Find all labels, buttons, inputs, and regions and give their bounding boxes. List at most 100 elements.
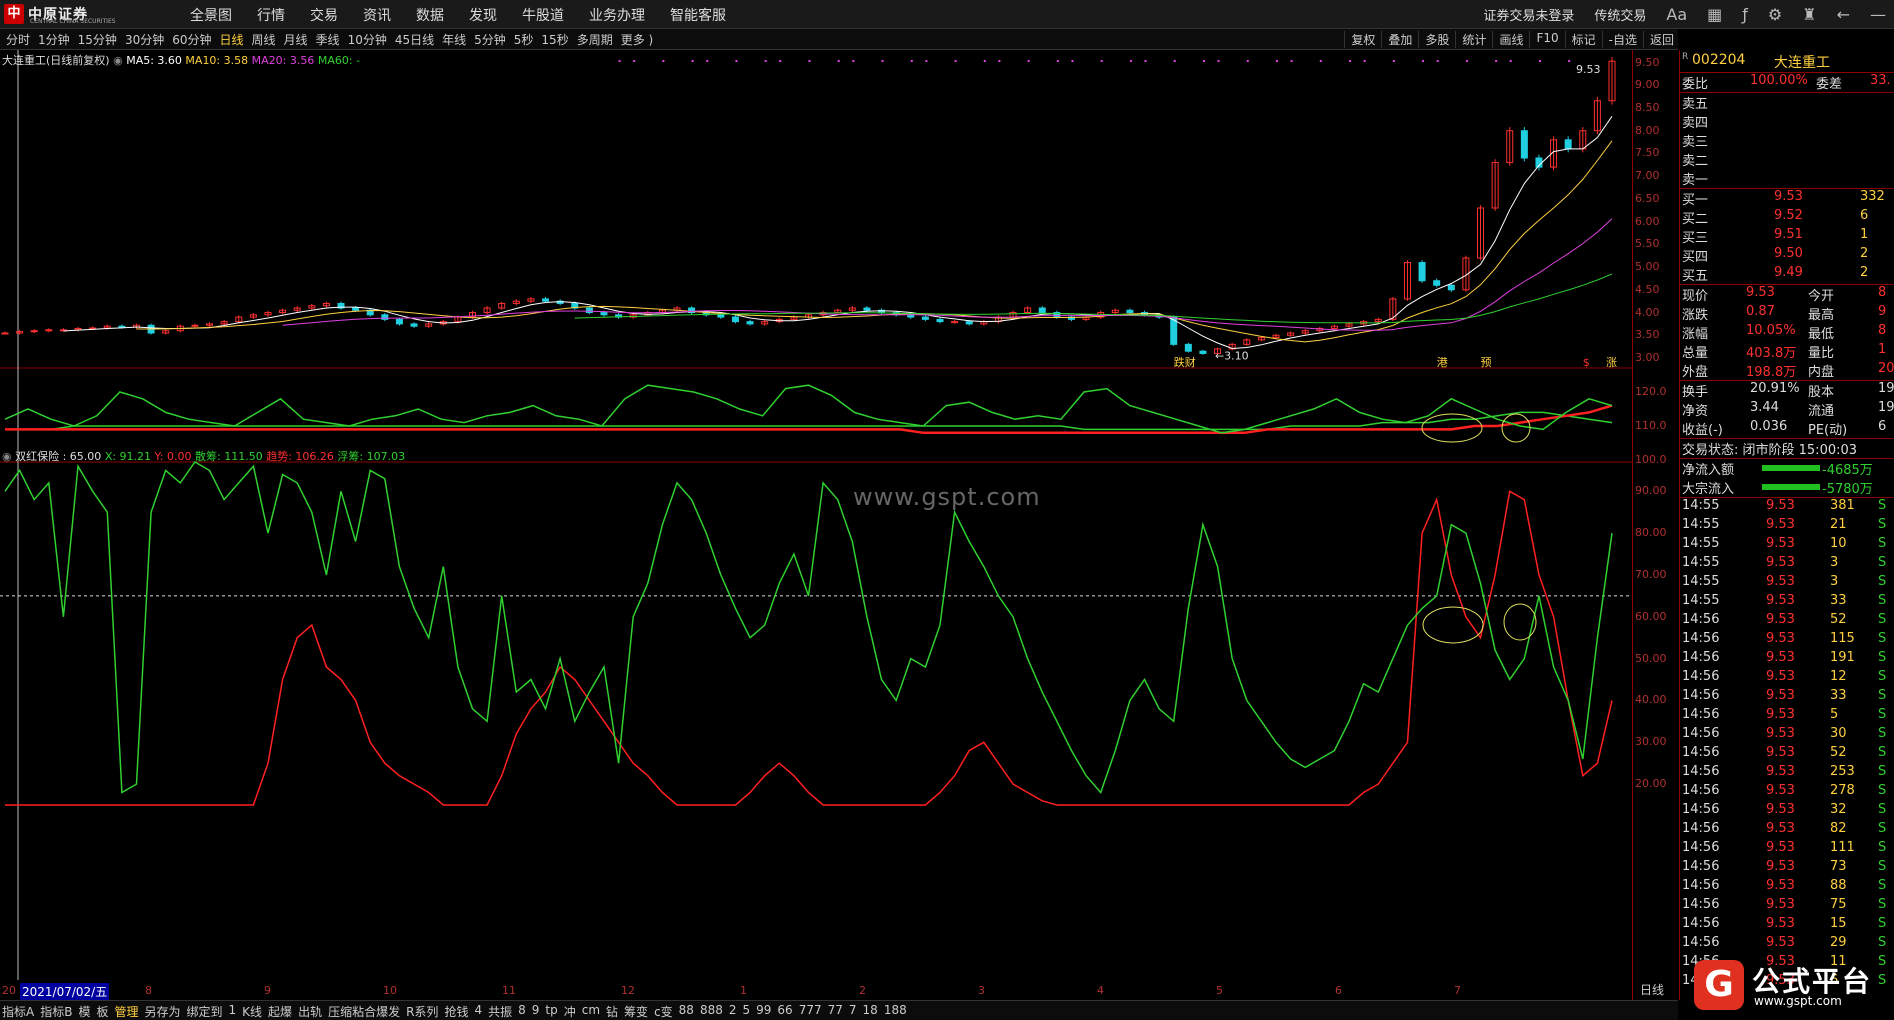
indicator-tab[interactable]: 2 xyxy=(729,1003,737,1020)
indicator-tab[interactable]: cm xyxy=(582,1003,600,1020)
period-tab[interactable]: 10分钟 xyxy=(348,31,387,48)
tick-time: 14:56 xyxy=(1682,650,1720,665)
indicator-tab[interactable]: 9 xyxy=(532,1003,540,1020)
tick-side: S xyxy=(1878,593,1887,608)
indicator-tab[interactable]: K线 xyxy=(242,1003,262,1020)
indicator-tab[interactable]: 出轨 xyxy=(298,1003,322,1020)
tick-side: S xyxy=(1878,726,1887,741)
indicator-tab[interactable]: 77 xyxy=(828,1003,843,1020)
period-tab[interactable]: 多周期 xyxy=(577,31,613,48)
period-tab[interactable]: 季线 xyxy=(316,31,340,48)
period-tab[interactable]: 60分钟 xyxy=(172,31,211,48)
tick-time: 14:56 xyxy=(1682,612,1720,627)
font-size-icon[interactable]: Aa xyxy=(1666,5,1687,24)
indicator-tab[interactable]: 共振 xyxy=(488,1003,512,1020)
nav-item[interactable]: 智能客服 xyxy=(670,5,726,25)
indicator-tab[interactable]: 7 xyxy=(849,1003,857,1020)
nav-item[interactable]: 全景图 xyxy=(190,5,232,25)
indicator-tab[interactable]: 指标B xyxy=(40,1003,72,1020)
indicator2-tick: 90.00 xyxy=(1635,484,1667,498)
buy-level-volume: 2 xyxy=(1860,246,1869,261)
indicator-tab[interactable]: 4 xyxy=(474,1003,482,1020)
settings-icon[interactable]: ⚙ xyxy=(1768,5,1782,24)
nav-item[interactable]: 业务办理 xyxy=(589,5,645,25)
period-tab[interactable]: 年线 xyxy=(442,31,466,48)
tick-side: S xyxy=(1878,517,1887,532)
indicator-tab[interactable]: 66 xyxy=(777,1003,792,1020)
indicator2-tick: 30.00 xyxy=(1635,735,1667,749)
indicator-tab[interactable]: 5 xyxy=(743,1003,751,1020)
trade-mode[interactable]: 传统交易 xyxy=(1594,5,1646,24)
nav-item[interactable]: 交易 xyxy=(310,5,338,25)
nav-item[interactable]: 行情 xyxy=(257,5,285,25)
indicator-tab[interactable]: 钻 xyxy=(606,1003,618,1020)
indicator-tab[interactable]: 压缩粘合爆发 xyxy=(328,1003,400,1020)
highlight-ellipse xyxy=(1421,413,1483,443)
shirt-icon[interactable]: ♜ xyxy=(1802,5,1816,24)
tool-button[interactable]: 多股 xyxy=(1418,31,1449,48)
tool-button[interactable]: 叠加 xyxy=(1381,31,1412,48)
indicator-tab[interactable]: 板 xyxy=(96,1003,108,1020)
tick-volume: 12 xyxy=(1830,669,1847,684)
tool-button[interactable]: 复权 xyxy=(1344,31,1375,48)
indicator-tab[interactable]: 模 xyxy=(78,1003,90,1020)
nav-item[interactable]: 发现 xyxy=(469,5,497,25)
stat-row: 收益(-) 0.036 PE(动) 6 xyxy=(1680,419,1894,438)
period-tab[interactable]: 月线 xyxy=(284,31,308,48)
minimize-icon[interactable]: — xyxy=(1870,5,1886,24)
indicator-tab[interactable]: 8 xyxy=(518,1003,526,1020)
tool-button[interactable]: 标记 xyxy=(1564,31,1596,48)
indicator-tab[interactable]: 抢钱 xyxy=(444,1003,468,1020)
signal-dot xyxy=(1056,60,1059,62)
indicator-tab[interactable]: 管理 xyxy=(114,1003,138,1020)
tool-button[interactable]: 返回 xyxy=(1642,31,1674,48)
tick-volume: 73 xyxy=(1830,859,1847,874)
indicator-tab[interactable]: 另存为 xyxy=(145,1003,181,1020)
nav-item[interactable]: 数据 xyxy=(416,5,444,25)
period-tab[interactable]: 周线 xyxy=(252,31,276,48)
nav-item[interactable]: 资讯 xyxy=(363,5,391,25)
period-tab[interactable]: 30分钟 xyxy=(125,31,164,48)
indicator-tab[interactable]: 指标A xyxy=(2,1003,34,1020)
formula-icon[interactable]: ƒ xyxy=(1742,5,1748,24)
login-status[interactable]: 证券交易未登录 xyxy=(1483,5,1574,24)
period-tab[interactable]: 分时 xyxy=(6,31,30,48)
period-tab[interactable]: 5秒 xyxy=(514,31,534,48)
signal-dot xyxy=(779,60,782,62)
period-tab[interactable]: 1分钟 xyxy=(38,31,70,48)
indicator-tab[interactable]: 筹变 xyxy=(624,1003,648,1020)
indicator-tab[interactable]: 188 xyxy=(884,1003,907,1020)
weibi-row: 委比 100.00% 委差 33. xyxy=(1680,73,1894,92)
indicator-tab[interactable]: 18 xyxy=(863,1003,878,1020)
indicator-tab[interactable]: tp xyxy=(545,1003,557,1020)
indicator-tab[interactable]: 1 xyxy=(229,1003,237,1020)
candle-body xyxy=(45,329,53,332)
indicator-tab[interactable]: 88 xyxy=(679,1003,694,1020)
nav-item[interactable]: 牛股道 xyxy=(522,5,564,25)
period-tab[interactable]: 5分钟 xyxy=(474,31,506,48)
indicator-tab[interactable]: R系列 xyxy=(406,1003,438,1020)
indicator-tab[interactable]: 绑定到 xyxy=(187,1003,223,1020)
period-tab[interactable]: 日线 xyxy=(220,31,244,48)
tool-button[interactable]: F10 xyxy=(1529,31,1559,48)
tool-button[interactable]: 统计 xyxy=(1455,31,1486,48)
tool-button[interactable]: -自选 xyxy=(1601,31,1637,48)
indicator-tab[interactable]: 777 xyxy=(799,1003,822,1020)
indicator-tab[interactable]: 99 xyxy=(756,1003,771,1020)
grid-icon[interactable]: ▦ xyxy=(1707,5,1722,24)
indicator-tab[interactable]: c变 xyxy=(654,1003,673,1020)
period-tab[interactable]: 15分钟 xyxy=(78,31,117,48)
chart-canvas[interactable]: 9.53 ←3.10 跌财 港 预 $ 涨 xyxy=(0,50,1632,1000)
back-icon[interactable]: ← xyxy=(1837,5,1850,24)
indicator-tab[interactable]: 888 xyxy=(700,1003,723,1020)
indicator-tab[interactable]: 冲 xyxy=(564,1003,576,1020)
signal-dot xyxy=(837,60,840,62)
tick-row: 14:56 9.53 73 S xyxy=(1680,859,1894,878)
tool-button[interactable]: 画线 xyxy=(1492,31,1523,48)
period-tab[interactable]: 15秒 xyxy=(541,31,568,48)
tick-price: 9.53 xyxy=(1766,764,1795,779)
period-tab[interactable]: 45日线 xyxy=(395,31,434,48)
indicator-tab[interactable]: 起爆 xyxy=(268,1003,292,1020)
tick-side: S xyxy=(1878,783,1887,798)
period-tab[interactable]: 更多 ) xyxy=(621,31,654,48)
